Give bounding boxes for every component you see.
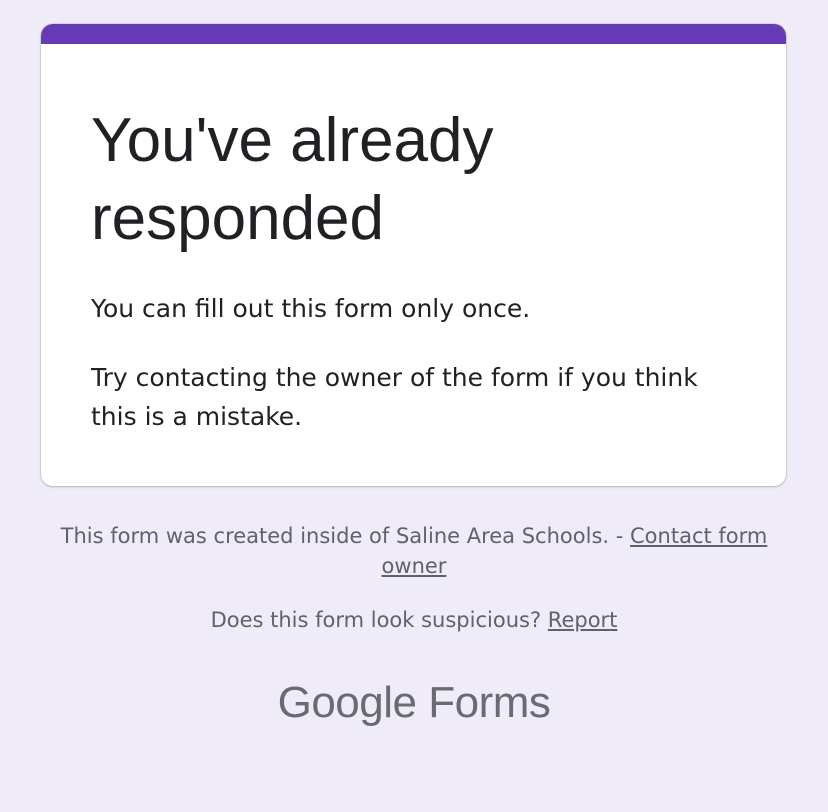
card-accent-bar: [41, 24, 786, 44]
form-origin-text: This form was created inside of Saline A…: [60, 524, 624, 548]
logo-forms-text: Forms: [428, 678, 551, 727]
message-contact-owner: Try contacting the owner of the form if …: [91, 363, 698, 431]
logo-google-text: Google: [277, 678, 417, 727]
google-forms-logo[interactable]: Google Forms: [0, 673, 828, 733]
report-note: Does this form look suspicious? Report: [60, 605, 768, 635]
message-once: You can fill out this form only once.: [91, 294, 531, 323]
suspicious-text: Does this form look suspicious?: [210, 608, 542, 632]
form-origin-note: This form was created inside of Saline A…: [60, 521, 768, 581]
response-card: You've already responded You can fill ou…: [41, 24, 786, 486]
report-link[interactable]: Report: [548, 608, 618, 632]
page-title: You've already responded: [91, 106, 494, 253]
